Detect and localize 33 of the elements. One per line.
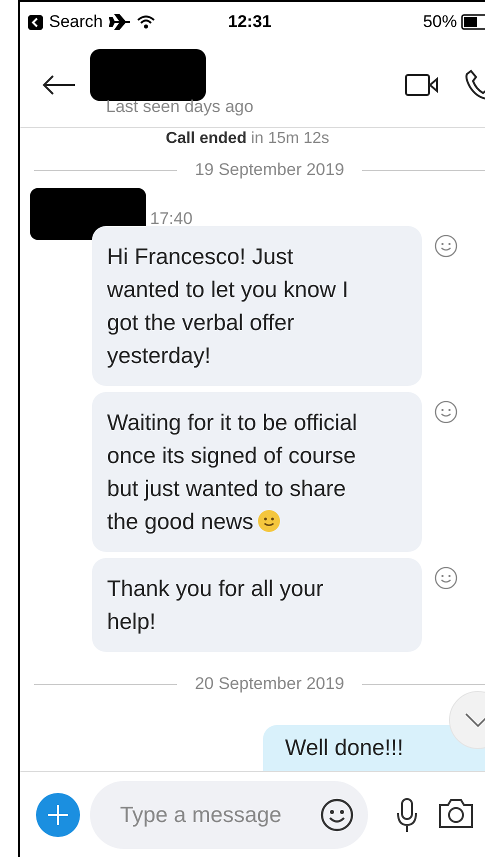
message-text: Waiting for it to be official once its signed of course but just wanted to share the good news	[107, 410, 358, 534]
message-field[interactable]: Type a message	[90, 780, 368, 848]
reaction-smiley-icon[interactable]	[434, 400, 458, 424]
date-divider-label: 20 September 2019	[194, 674, 344, 694]
call-ended-notice: Call ended in 15m 12s	[164, 130, 330, 148]
message-input-field[interactable]: Type a message	[118, 800, 302, 828]
back-app-icon[interactable]	[28, 14, 43, 30]
message-bubble[interactable]: Waiting for it to be official once its signed of course but just wanted to share the good news	[92, 392, 422, 552]
back-arrow-icon[interactable]	[42, 74, 76, 94]
battery-percent: 50%	[422, 12, 457, 32]
reaction-smiley-icon[interactable]	[434, 234, 458, 258]
message-text: Hi Francesco! Just wanted to let you know I got the verbal offer yesterday!	[107, 244, 348, 368]
chevron-down-icon	[465, 713, 485, 727]
airplane-icon	[108, 14, 131, 30]
reaction-smiley-icon[interactable]	[434, 566, 458, 590]
clock-time: 12:31	[228, 12, 272, 32]
wifi-icon	[136, 15, 155, 29]
plus-icon	[46, 802, 70, 826]
back-app-label[interactable]: Search	[49, 12, 103, 32]
message-bubble[interactable]: Hi Francesco! Just wanted to let you know I got the verbal offer yesterday!	[92, 226, 422, 386]
message-time: 17:40	[150, 209, 193, 229]
camera-icon[interactable]	[438, 796, 474, 828]
last-seen-status: Last seen days ago	[106, 96, 254, 116]
video-call-icon[interactable]	[405, 72, 439, 96]
battery-icon	[461, 14, 485, 30]
emoji-icon[interactable]	[320, 798, 354, 832]
message-bubble[interactable]: Thank you for all your help!	[92, 558, 422, 652]
date-divider-label: 19 September 2019	[194, 160, 344, 180]
message-text: Thank you for all your help!	[107, 576, 324, 634]
phone-icon[interactable]	[465, 68, 485, 100]
microphone-icon[interactable]	[396, 796, 418, 832]
sent-message-bubble[interactable]: Well done!!!	[263, 725, 485, 771]
add-button[interactable]	[36, 792, 80, 836]
